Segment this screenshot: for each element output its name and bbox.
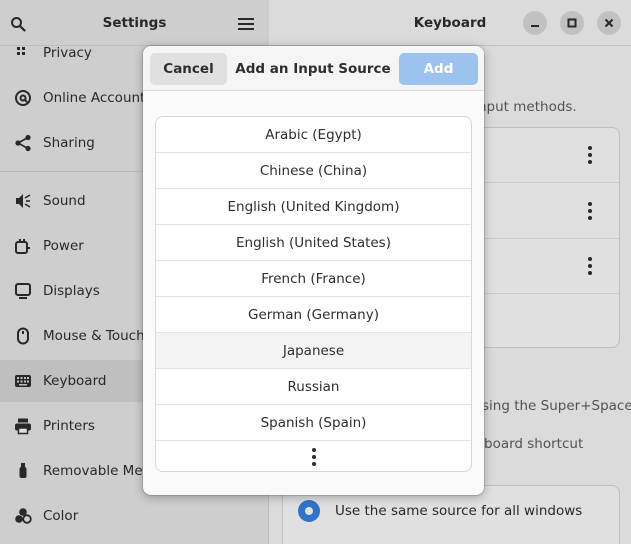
more-options-icon[interactable] bbox=[156, 441, 471, 471]
add-input-source-dialog: Cancel Add an Input Source Add Arabic (E… bbox=[143, 46, 484, 495]
list-item-arabic-egypt[interactable]: Arabic (Egypt) bbox=[156, 117, 471, 153]
language-list: Arabic (Egypt) Chinese (China) English (… bbox=[155, 116, 472, 472]
list-item-japanese[interactable]: Japanese bbox=[156, 333, 471, 369]
list-item-german-germany[interactable]: German (Germany) bbox=[156, 297, 471, 333]
vertical-dots-icon bbox=[311, 448, 317, 466]
dialog-title: Add an Input Source bbox=[235, 61, 391, 77]
list-item-spanish-spain[interactable]: Spanish (Spain) bbox=[156, 405, 471, 441]
list-item-english-uk[interactable]: English (United Kingdom) bbox=[156, 189, 471, 225]
cancel-button[interactable]: Cancel bbox=[150, 53, 227, 85]
list-item-chinese-china[interactable]: Chinese (China) bbox=[156, 153, 471, 189]
settings-window: Settings Privacy Online Accounts Sharing… bbox=[0, 0, 631, 544]
dialog-header: Cancel Add an Input Source Add bbox=[143, 46, 484, 91]
list-item-french-france[interactable]: French (France) bbox=[156, 261, 471, 297]
list-item-english-us[interactable]: English (United States) bbox=[156, 225, 471, 261]
add-button[interactable]: Add bbox=[399, 53, 478, 85]
list-item-russian[interactable]: Russian bbox=[156, 369, 471, 405]
